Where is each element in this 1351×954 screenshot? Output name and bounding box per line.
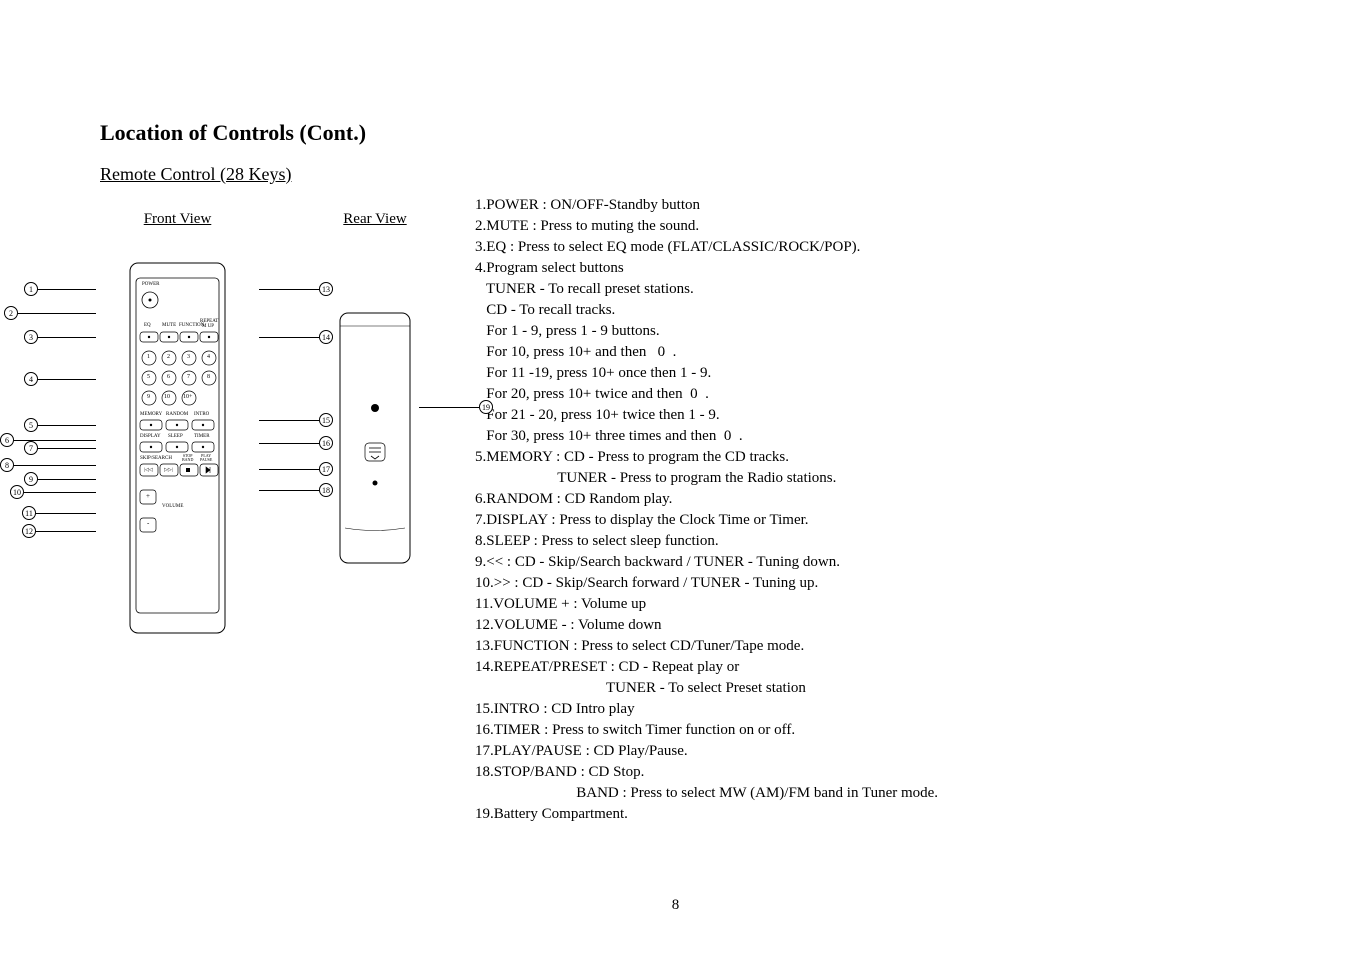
desc-line: For 30, press 10+ three times and then 0…	[475, 426, 938, 447]
descriptions-list: 1.POWER : ON/OFF-Standby button 2.MUTE :…	[475, 195, 938, 825]
desc-line: 16.TIMER : Press to switch Timer functio…	[475, 720, 938, 741]
callout-7: 7	[24, 441, 96, 455]
callout-8: 8	[0, 458, 96, 472]
desc-line: 19.Battery Compartment.	[475, 804, 938, 825]
callout-5: 5	[24, 418, 96, 432]
sleep-label: SLEEP	[168, 434, 183, 439]
skipsearch-label: SKIP/SEARCH	[140, 456, 172, 461]
skip-back-symbol: |◁◁	[144, 467, 153, 473]
page-title: Location of Controls (Cont.)	[100, 120, 1251, 146]
display-label: DISPLAY	[140, 434, 161, 439]
desc-line: 5.MEMORY : CD - Press to program the CD …	[475, 447, 938, 468]
volume-label: VOLUME	[162, 504, 183, 509]
eq-label: EQ	[144, 323, 151, 328]
callout-13: 13	[259, 282, 333, 296]
desc-line: 14.REPEAT/PRESET : CD - Repeat play or	[475, 657, 938, 678]
desc-line: For 1 - 9, press 1 - 9 buttons.	[475, 321, 938, 342]
timer-label: TIMER	[194, 434, 210, 439]
desc-line: BAND : Press to select MW (AM)/FM band i…	[475, 783, 938, 804]
desc-line: 11.VOLUME + : Volume up	[475, 594, 938, 615]
desc-line: For 11 -19, press 10+ once then 1 - 9.	[475, 363, 938, 384]
desc-line: 15.INTRO : CD Intro play	[475, 699, 938, 720]
callout-16: 16	[259, 436, 333, 450]
desc-line: 8.SLEEP : Press to select sleep function…	[475, 531, 938, 552]
n6: 6	[167, 374, 170, 380]
callout-18: 18	[259, 483, 333, 497]
memory-label: MEMORY	[140, 412, 162, 417]
callout-15: 15	[259, 413, 333, 427]
mup-label: M UP	[202, 324, 214, 329]
n3: 3	[187, 354, 190, 360]
callout-2: 2	[4, 306, 96, 320]
desc-line: 12.VOLUME - : Volume down	[475, 615, 938, 636]
desc-line: For 10, press 10+ and then 0 .	[475, 342, 938, 363]
desc-line: 1.POWER : ON/OFF-Standby button	[475, 195, 938, 216]
desc-line: CD - To recall tracks.	[475, 300, 938, 321]
n1: 1	[147, 354, 150, 360]
desc-line: 17.PLAY/PAUSE : CD Play/Pause.	[475, 741, 938, 762]
remote-rear-icon	[335, 308, 415, 568]
callout-17: 17	[259, 462, 333, 476]
callout-3: 3	[24, 330, 96, 344]
section-subtitle: Remote Control (28 Keys)	[100, 164, 1251, 185]
desc-line: 9.<< : CD - Skip/Search backward / TUNER…	[475, 552, 938, 573]
stopband-label: STOP BAND	[182, 454, 193, 462]
n7: 7	[187, 374, 190, 380]
callout-11: 11	[22, 506, 96, 520]
desc-line: For 21 - 20, press 10+ twice then 1 - 9.	[475, 405, 938, 426]
desc-line: 6.RANDOM : CD Random play.	[475, 489, 938, 510]
desc-line: TUNER - To recall preset stations.	[475, 279, 938, 300]
front-view-diagram: POWER EQ MUTE FUNCTION REPEAT M UP 1 2 3…	[100, 258, 255, 638]
n10: 10	[164, 394, 170, 400]
callout-1: 1	[24, 282, 96, 296]
vol-minus: -	[147, 519, 149, 527]
desc-line: 7.DISPLAY : Press to display the Clock T…	[475, 510, 938, 531]
diagrams-area: Front View	[100, 211, 415, 638]
desc-line: TUNER - To select Preset station	[475, 678, 938, 699]
desc-line: For 20, press 10+ twice and then 0 .	[475, 384, 938, 405]
front-view-label: Front View	[144, 211, 212, 228]
page-number: 8	[672, 897, 680, 914]
remote-front-icon	[100, 258, 255, 638]
desc-line: 3.EQ : Press to select EQ mode (FLAT/CLA…	[475, 237, 938, 258]
skip-fwd-symbol: ▷▷|	[164, 467, 173, 473]
desc-line: 10.>> : CD - Skip/Search forward / TUNER…	[475, 573, 938, 594]
rear-view-label: Rear View	[343, 211, 406, 228]
desc-line: 13.FUNCTION : Press to select CD/Tuner/T…	[475, 636, 938, 657]
n8: 8	[207, 374, 210, 380]
desc-line: 18.STOP/BAND : CD Stop.	[475, 762, 938, 783]
power-label: POWER	[142, 282, 160, 287]
n5: 5	[147, 374, 150, 380]
n9: 9	[147, 394, 150, 400]
n4: 4	[207, 354, 210, 360]
vol-plus: +	[146, 492, 150, 500]
desc-line: 4.Program select buttons	[475, 258, 938, 279]
random-label: RANDOM	[166, 412, 188, 417]
desc-line: TUNER - Press to program the Radio stati…	[475, 468, 938, 489]
intro-label: INTRO	[194, 412, 209, 417]
callout-4: 4	[24, 372, 96, 386]
callout-14: 14	[259, 330, 333, 344]
callout-10: 10	[10, 485, 96, 499]
playpause-label: PLAY PAUSE	[200, 454, 212, 462]
n10p: 10+	[183, 394, 192, 400]
desc-line: 2.MUTE : Press to muting the sound.	[475, 216, 938, 237]
n2: 2	[167, 354, 170, 360]
callout-9: 9	[24, 472, 96, 486]
rear-view-diagram: 19	[335, 308, 415, 568]
callout-19: 19	[419, 400, 493, 414]
callout-12: 12	[22, 524, 96, 538]
mute-label: MUTE	[162, 323, 176, 328]
